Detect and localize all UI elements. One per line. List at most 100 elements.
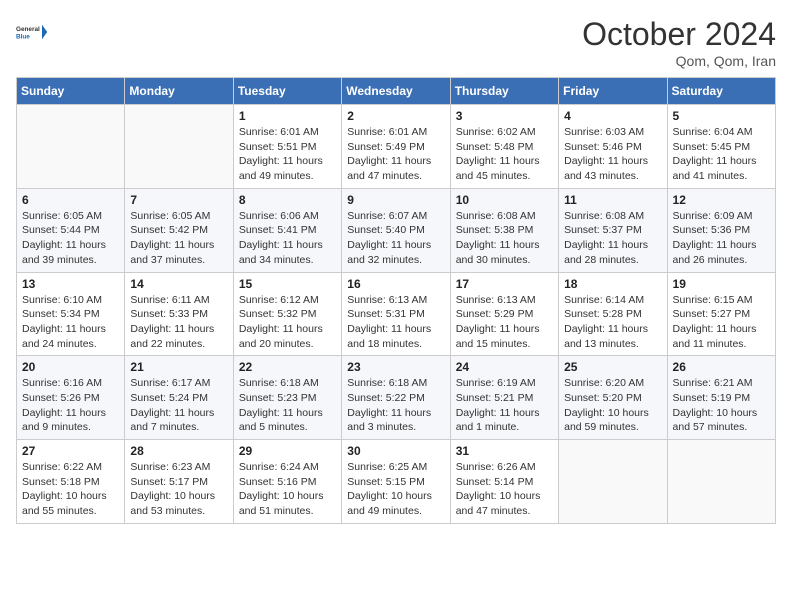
calendar-cell: 12 Sunrise: 6:09 AMSunset: 5:36 PMDayligh… — [667, 188, 775, 272]
calendar-header-wednesday: Wednesday — [342, 78, 450, 105]
calendar-cell: 1Sunrise: 6:01 AMSunset: 5:51 PMDaylight… — [233, 105, 341, 189]
day-info: Sunrise: 6:26 AMSunset: 5:14 PMDaylight:… — [456, 460, 553, 519]
calendar-week-row: 20Sunrise: 6:16 AMSunset: 5:26 PMDayligh… — [17, 356, 776, 440]
day-number: 10 — [456, 193, 553, 207]
page-header: GeneralBlue October 2024 Qom, Qom, Iran — [16, 16, 776, 69]
day-number: 17 — [456, 277, 553, 291]
calendar-header-tuesday: Tuesday — [233, 78, 341, 105]
day-info: Sunrise: 6:21 AMSunset: 5:19 PMDaylight:… — [673, 376, 770, 435]
calendar-cell: 30 Sunrise: 6:25 AMSunset: 5:15 PMDayligh… — [342, 440, 450, 524]
month-title: October 2024 — [582, 16, 776, 53]
calendar-header-friday: Friday — [559, 78, 667, 105]
calendar-header-sunday: Sunday — [17, 78, 125, 105]
logo-icon: GeneralBlue — [16, 16, 48, 48]
calendar-cell: 21Sunrise: 6:17 AMSunset: 5:24 PMDayligh… — [125, 356, 233, 440]
calendar-cell: 26 Sunrise: 6:21 AMSunset: 5:19 PMDayligh… — [667, 356, 775, 440]
day-info: Sunrise: 6:02 AMSunset: 5:48 PMDaylight:… — [456, 125, 553, 184]
day-number: 8 — [239, 193, 336, 207]
calendar-cell — [17, 105, 125, 189]
day-number: 6 — [22, 193, 119, 207]
day-info: Sunrise: 6:15 AMSunset: 5:27 PMDaylight:… — [673, 293, 770, 352]
day-info: Sunrise: 6:13 AMSunset: 5:31 PMDaylight:… — [347, 293, 444, 352]
day-number: 2 — [347, 109, 444, 123]
day-info: Sunrise: 6:12 AMSunset: 5:32 PMDaylight:… — [239, 293, 336, 352]
day-info: Sunrise: 6:22 AMSunset: 5:18 PMDaylight:… — [22, 460, 119, 519]
day-number: 12 — [673, 193, 770, 207]
calendar-cell: 31 Sunrise: 6:26 AMSunset: 5:14 PMDayligh… — [450, 440, 558, 524]
day-number: 26 — [673, 360, 770, 374]
calendar-cell: 15Sunrise: 6:12 AMSunset: 5:32 PMDayligh… — [233, 272, 341, 356]
day-number: 30 — [347, 444, 444, 458]
calendar-table: SundayMondayTuesdayWednesdayThursdayFrid… — [16, 77, 776, 524]
day-number: 19 — [673, 277, 770, 291]
day-info: Sunrise: 6:01 AMSunset: 5:51 PMDaylight:… — [239, 125, 336, 184]
day-info: Sunrise: 6:06 AMSunset: 5:41 PMDaylight:… — [239, 209, 336, 268]
day-info: Sunrise: 6:05 AMSunset: 5:44 PMDaylight:… — [22, 209, 119, 268]
day-number: 14 — [130, 277, 227, 291]
day-info: Sunrise: 6:23 AMSunset: 5:17 PMDaylight:… — [130, 460, 227, 519]
day-info: Sunrise: 6:20 AMSunset: 5:20 PMDaylight:… — [564, 376, 661, 435]
calendar-cell: 6 Sunrise: 6:05 AMSunset: 5:44 PMDaylight… — [17, 188, 125, 272]
calendar-week-row: 13 Sunrise: 6:10 AMSunset: 5:34 PMDayligh… — [17, 272, 776, 356]
calendar-header-saturday: Saturday — [667, 78, 775, 105]
day-number: 24 — [456, 360, 553, 374]
calendar-cell: 3 Sunrise: 6:02 AMSunset: 5:48 PMDaylight… — [450, 105, 558, 189]
day-number: 29 — [239, 444, 336, 458]
calendar-header-thursday: Thursday — [450, 78, 558, 105]
day-number: 22 — [239, 360, 336, 374]
calendar-cell: 17Sunrise: 6:13 AMSunset: 5:29 PMDayligh… — [450, 272, 558, 356]
calendar-cell: 24 Sunrise: 6:19 AMSunset: 5:21 PMDayligh… — [450, 356, 558, 440]
day-number: 27 — [22, 444, 119, 458]
day-number: 3 — [456, 109, 553, 123]
day-info: Sunrise: 6:11 AMSunset: 5:33 PMDaylight:… — [130, 293, 227, 352]
calendar-cell: 28Sunrise: 6:23 AMSunset: 5:17 PMDayligh… — [125, 440, 233, 524]
day-number: 20 — [22, 360, 119, 374]
day-info: Sunrise: 6:01 AMSunset: 5:49 PMDaylight:… — [347, 125, 444, 184]
calendar-cell: 22 Sunrise: 6:18 AMSunset: 5:23 PMDayligh… — [233, 356, 341, 440]
calendar-cell: 25Sunrise: 6:20 AMSunset: 5:20 PMDayligh… — [559, 356, 667, 440]
day-info: Sunrise: 6:18 AMSunset: 5:23 PMDaylight:… — [239, 376, 336, 435]
calendar-cell: 16Sunrise: 6:13 AMSunset: 5:31 PMDayligh… — [342, 272, 450, 356]
calendar-cell: 19 Sunrise: 6:15 AMSunset: 5:27 PMDayligh… — [667, 272, 775, 356]
location: Qom, Qom, Iran — [582, 53, 776, 69]
day-number: 23 — [347, 360, 444, 374]
day-number: 13 — [22, 277, 119, 291]
calendar-cell: 5 Sunrise: 6:04 AMSunset: 5:45 PMDaylight… — [667, 105, 775, 189]
calendar-cell: 7 Sunrise: 6:05 AMSunset: 5:42 PMDaylight… — [125, 188, 233, 272]
calendar-cell — [125, 105, 233, 189]
calendar-cell: 11Sunrise: 6:08 AMSunset: 5:37 PMDayligh… — [559, 188, 667, 272]
day-info: Sunrise: 6:24 AMSunset: 5:16 PMDaylight:… — [239, 460, 336, 519]
calendar-cell: 14 Sunrise: 6:11 AMSunset: 5:33 PMDayligh… — [125, 272, 233, 356]
calendar-cell: 8 Sunrise: 6:06 AMSunset: 5:41 PMDaylight… — [233, 188, 341, 272]
day-info: Sunrise: 6:05 AMSunset: 5:42 PMDaylight:… — [130, 209, 227, 268]
day-info: Sunrise: 6:07 AMSunset: 5:40 PMDaylight:… — [347, 209, 444, 268]
calendar-header-monday: Monday — [125, 78, 233, 105]
calendar-cell: 20Sunrise: 6:16 AMSunset: 5:26 PMDayligh… — [17, 356, 125, 440]
day-info: Sunrise: 6:03 AMSunset: 5:46 PMDaylight:… — [564, 125, 661, 184]
day-number: 5 — [673, 109, 770, 123]
day-number: 7 — [130, 193, 227, 207]
calendar-cell: 2 Sunrise: 6:01 AMSunset: 5:49 PMDaylight… — [342, 105, 450, 189]
calendar-cell: 13 Sunrise: 6:10 AMSunset: 5:34 PMDayligh… — [17, 272, 125, 356]
logo: GeneralBlue — [16, 16, 48, 48]
calendar-cell: 9Sunrise: 6:07 AMSunset: 5:40 PMDaylight… — [342, 188, 450, 272]
day-info: Sunrise: 6:14 AMSunset: 5:28 PMDaylight:… — [564, 293, 661, 352]
calendar-cell — [667, 440, 775, 524]
day-info: Sunrise: 6:04 AMSunset: 5:45 PMDaylight:… — [673, 125, 770, 184]
calendar-cell — [559, 440, 667, 524]
calendar-cell: 18Sunrise: 6:14 AMSunset: 5:28 PMDayligh… — [559, 272, 667, 356]
title-block: October 2024 Qom, Qom, Iran — [582, 16, 776, 69]
calendar-header-row: SundayMondayTuesdayWednesdayThursdayFrid… — [17, 78, 776, 105]
calendar-week-row: 27 Sunrise: 6:22 AMSunset: 5:18 PMDayligh… — [17, 440, 776, 524]
calendar-cell: 23Sunrise: 6:18 AMSunset: 5:22 PMDayligh… — [342, 356, 450, 440]
day-info: Sunrise: 6:10 AMSunset: 5:34 PMDaylight:… — [22, 293, 119, 352]
svg-text:General: General — [16, 26, 40, 33]
day-info: Sunrise: 6:09 AMSunset: 5:36 PMDaylight:… — [673, 209, 770, 268]
calendar-week-row: 6 Sunrise: 6:05 AMSunset: 5:44 PMDaylight… — [17, 188, 776, 272]
calendar-week-row: 1Sunrise: 6:01 AMSunset: 5:51 PMDaylight… — [17, 105, 776, 189]
day-info: Sunrise: 6:19 AMSunset: 5:21 PMDaylight:… — [456, 376, 553, 435]
day-info: Sunrise: 6:25 AMSunset: 5:15 PMDaylight:… — [347, 460, 444, 519]
day-number: 31 — [456, 444, 553, 458]
day-info: Sunrise: 6:08 AMSunset: 5:37 PMDaylight:… — [564, 209, 661, 268]
calendar-cell: 27 Sunrise: 6:22 AMSunset: 5:18 PMDayligh… — [17, 440, 125, 524]
